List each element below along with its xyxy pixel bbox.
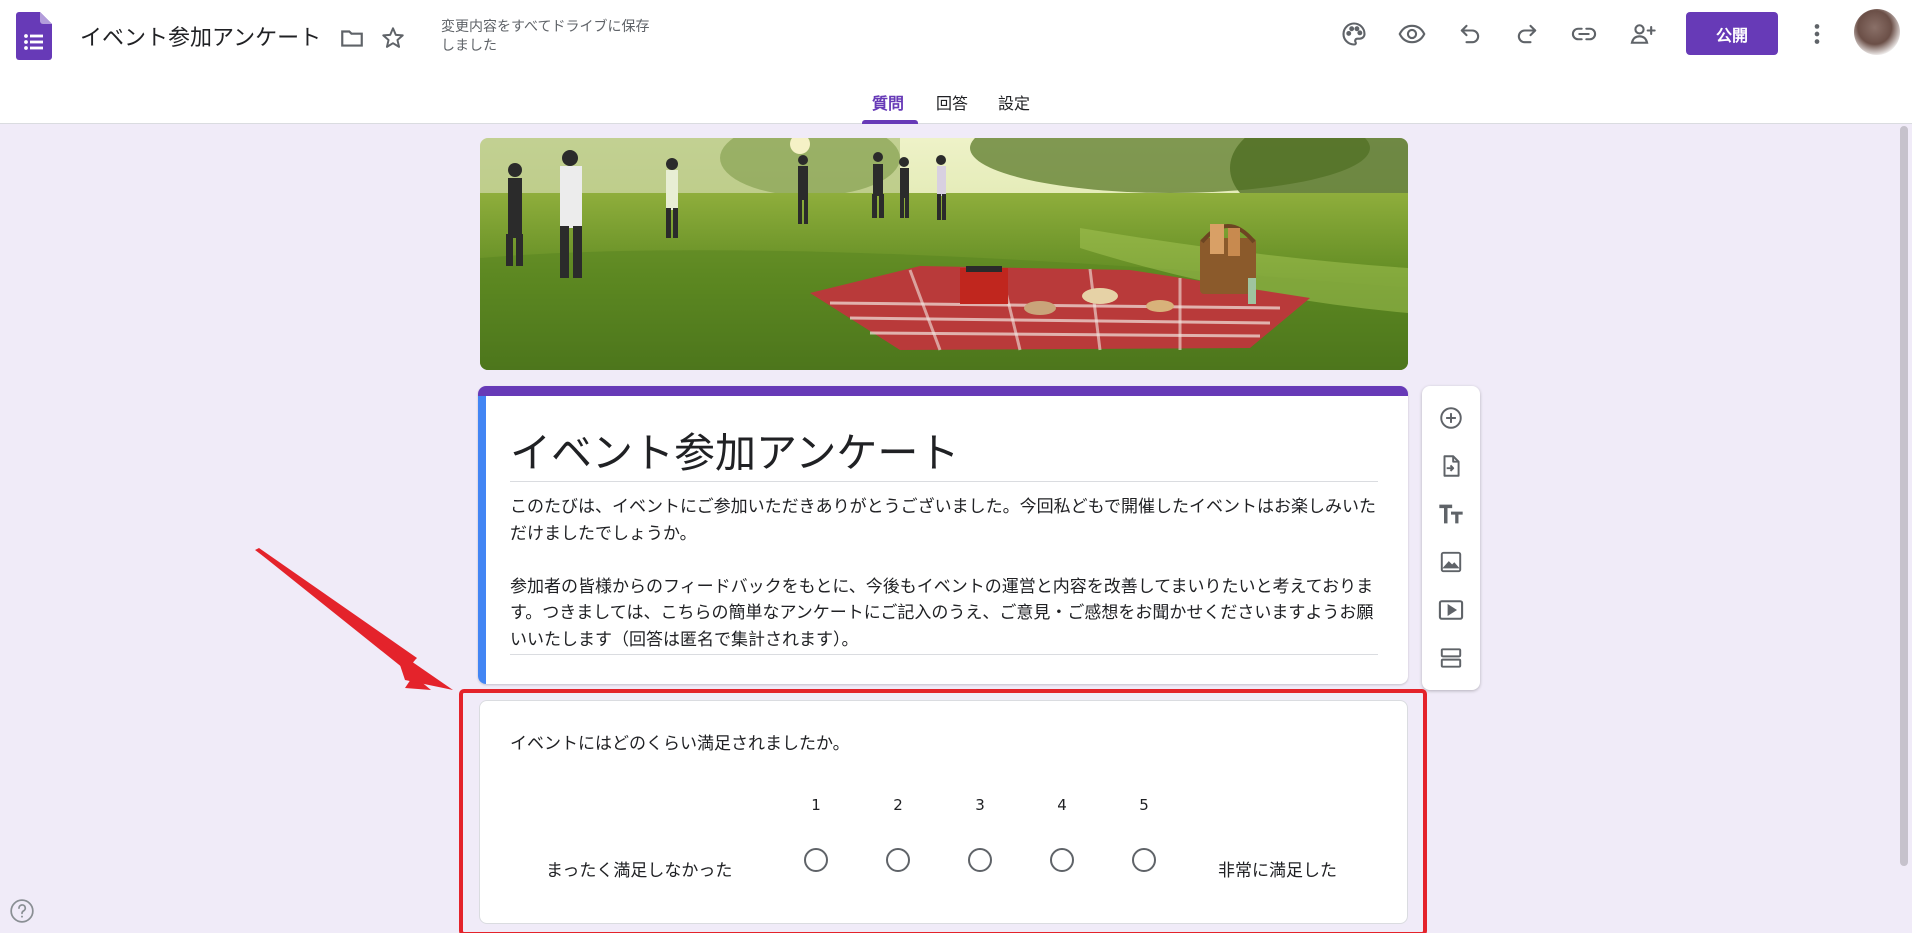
title-divider [510,481,1378,482]
add-section-icon[interactable] [1431,638,1471,678]
description-divider [510,654,1378,655]
add-title-icon[interactable] [1431,494,1471,534]
tab-settings[interactable]: 設定 [998,90,1030,114]
avatar[interactable] [1854,9,1900,55]
scrollbar[interactable] [1900,126,1908,866]
active-tab-indicator [862,120,918,124]
linear-scale-question-card[interactable]: イベントにはどのくらい満足されましたか。 1 2 3 4 5 まったく満足しなか… [479,700,1408,924]
side-toolbar [1422,386,1480,690]
add-collaborator-icon[interactable] [1623,14,1663,54]
tab-questions[interactable]: 質問 [872,90,904,114]
form-description-paragraph: このたびは、イベントにご参加いただきありがとうございました。今回私どもで開催した… [510,497,1376,544]
help-icon[interactable] [9,898,35,924]
scale-low-label: まったく満足しなかった [546,861,733,881]
folder-icon[interactable] [332,18,372,58]
scale-label-3: 3 [975,796,985,814]
forms-logo[interactable] [16,12,52,60]
title-card-focus-strip [478,396,486,684]
scale-radio-3[interactable] [968,848,992,872]
tab-bar: 質問 回答 設定 [0,84,1912,124]
more-vert-icon[interactable] [1797,14,1837,54]
question-title[interactable]: イベントにはどのくらい満足されましたか。 [510,729,850,754]
top-app-bar: イベント参加アンケート 変更内容をすべてドライブに保存しました 公開 質問 回答… [0,0,1912,124]
annotation-arrow-icon [255,548,453,690]
document-title[interactable]: イベント参加アンケート [80,20,321,52]
scale-label-1: 1 [811,796,821,814]
add-question-icon[interactable] [1431,398,1471,438]
star-icon[interactable] [373,18,413,58]
scale-radio-2[interactable] [886,848,910,872]
scale-label-5: 5 [1139,796,1149,814]
redo-icon[interactable] [1507,14,1547,54]
add-video-icon[interactable] [1431,590,1471,630]
tab-responses[interactable]: 回答 [936,90,968,114]
form-title-card[interactable]: イベント参加アンケート このたびは、イベントにご参加いただきありがとうございまし… [478,386,1408,684]
palette-icon[interactable] [1334,14,1374,54]
form-description[interactable]: このたびは、イベントにご参加いただきありがとうございました。今回私どもで開催した… [510,494,1382,653]
scale-label-2: 2 [893,796,903,814]
header-image [480,138,1408,370]
scale-radio-5[interactable] [1132,848,1156,872]
scale-radio-4[interactable] [1050,848,1074,872]
add-image-icon[interactable] [1431,542,1471,582]
scale-radio-1[interactable] [804,848,828,872]
form-description-paragraph: 参加者の皆様からのフィードバックをもとに、今後もイベントの運営と内容を改善してま… [510,576,1374,650]
title-card-accent-strip [478,386,1408,396]
save-status: 変更内容をすべてドライブに保存しました [441,19,650,54]
scale-high-label: 非常に満足した [1218,861,1337,881]
form-title[interactable]: イベント参加アンケート [510,419,959,479]
publish-button[interactable]: 公開 [1686,12,1778,55]
import-questions-icon[interactable] [1431,446,1471,486]
link-icon[interactable] [1564,14,1604,54]
preview-icon[interactable] [1392,14,1432,54]
scale-label-4: 4 [1057,796,1067,814]
undo-icon[interactable] [1450,14,1490,54]
